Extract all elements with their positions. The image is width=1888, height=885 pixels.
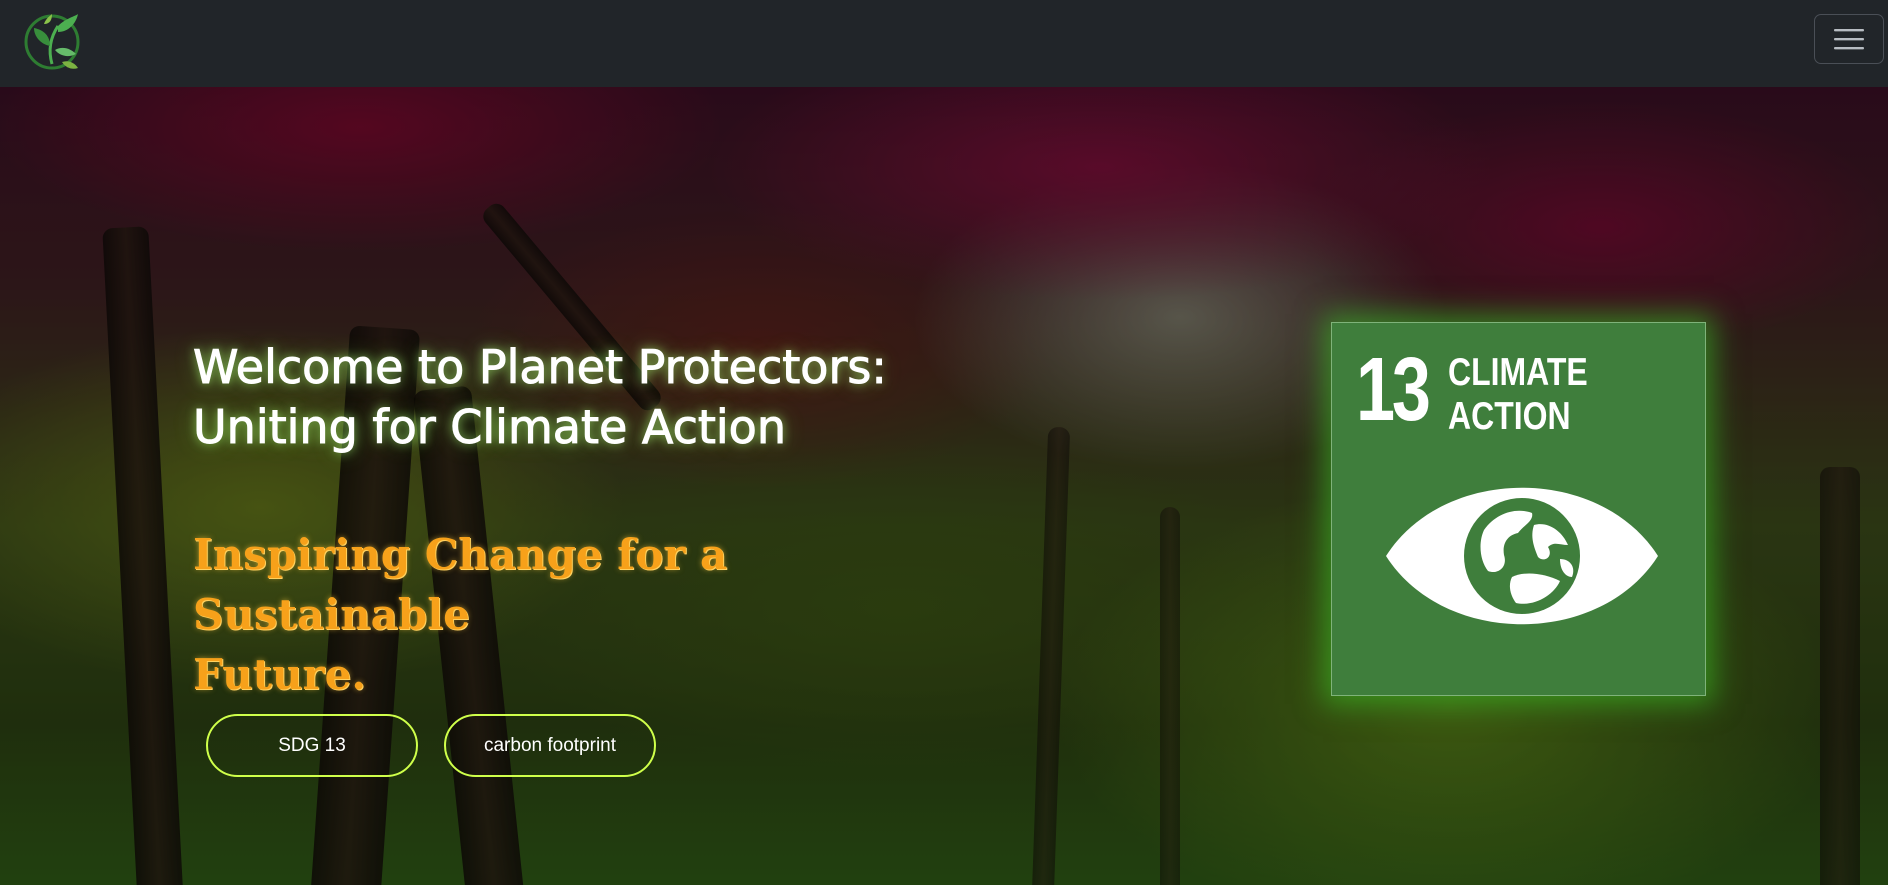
hamburger-icon [1834,29,1864,50]
hero-headline: Welcome to Planet Protectors: Uniting fo… [193,337,953,457]
hero-tagline-line2: Future. [193,650,367,699]
hero-headline-line2: Uniting for Climate Action [193,400,787,455]
leaf-logo-icon[interactable] [22,10,84,72]
sdg-number: 13 [1356,340,1431,440]
navbar [0,0,1888,87]
carbon-footprint-button[interactable]: carbon footprint [444,714,656,777]
sdg13-button[interactable]: SDG 13 [206,714,418,777]
sdg-title: CLIMATE ACTION [1448,351,1588,438]
eye-globe-icon [1386,487,1658,625]
sdg13-card: 13 CLIMATE ACTION [1331,322,1706,696]
hero-tagline: Inspiring Change for a Sustainable Futur… [193,525,953,705]
menu-toggle-button[interactable] [1814,14,1884,64]
hero-tagline-line1: Inspiring Change for a Sustainable [193,530,728,639]
hero-headline-line1: Welcome to Planet Protectors: [193,340,888,395]
hero-section: Welcome to Planet Protectors: Uniting fo… [0,87,1888,885]
